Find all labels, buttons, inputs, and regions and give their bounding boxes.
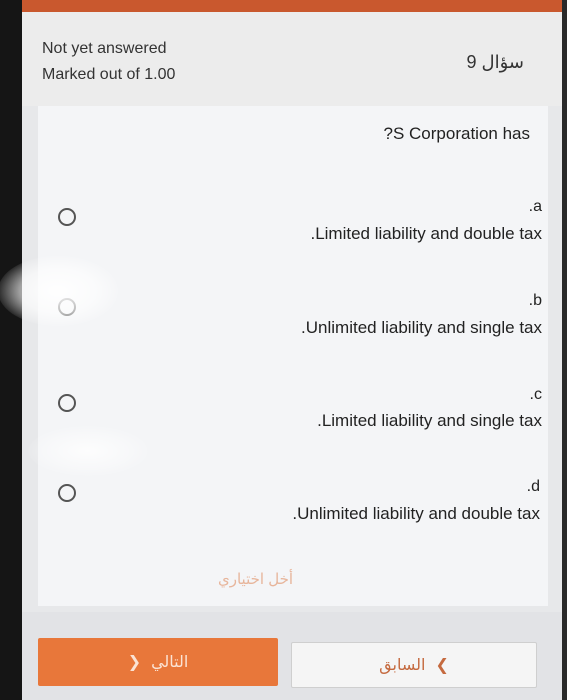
next-button[interactable]: التالي ❮ — [38, 638, 278, 686]
chevron-left-icon: ❮ — [127, 654, 142, 671]
screen-glare — [0, 256, 118, 326]
option-a-text[interactable]: .Limited liability and double tax — [310, 224, 542, 244]
clear-choice-link[interactable]: أخل اختياري — [218, 570, 293, 588]
option-b-letter: .b — [528, 292, 542, 309]
screen: Not yet answered Marked out of 1.00 سؤال… — [0, 0, 567, 700]
top-bar — [22, 0, 562, 12]
screen-glare-secondary — [28, 426, 148, 476]
answer-status: Not yet answered — [42, 40, 167, 57]
option-d-radio[interactable] — [58, 484, 76, 502]
device-bezel-right — [562, 0, 567, 700]
option-d-text[interactable]: .Unlimited liability and double tax — [292, 504, 540, 524]
option-a-letter: .a — [528, 198, 542, 215]
device-bezel-left — [0, 0, 22, 700]
next-button-label: التالي — [151, 654, 189, 671]
navigation-footer: التالي ❮ ❯ السابق — [22, 612, 562, 700]
option-c-radio[interactable] — [58, 394, 76, 412]
previous-button[interactable]: ❯ السابق — [291, 642, 537, 688]
chevron-right-icon: ❯ — [435, 657, 449, 674]
question-info-header: Not yet answered Marked out of 1.00 سؤال… — [22, 12, 562, 106]
option-c-letter: .c — [529, 386, 542, 403]
question-number: سؤال 9 — [466, 52, 524, 72]
option-c-text[interactable]: .Limited liability and single tax — [317, 411, 542, 431]
question-content: ?S Corporation has .a .Limited liability… — [0, 106, 548, 606]
option-b-text[interactable]: .Unlimited liability and single tax — [301, 318, 542, 338]
option-a-radio[interactable] — [58, 208, 76, 226]
question-text: ?S Corporation has — [383, 124, 530, 143]
marks-label: Marked out of 1.00 — [42, 66, 176, 83]
previous-button-label: السابق — [379, 657, 426, 674]
quiz-page: Not yet answered Marked out of 1.00 سؤال… — [0, 12, 562, 700]
option-d-letter: .d — [526, 478, 540, 495]
